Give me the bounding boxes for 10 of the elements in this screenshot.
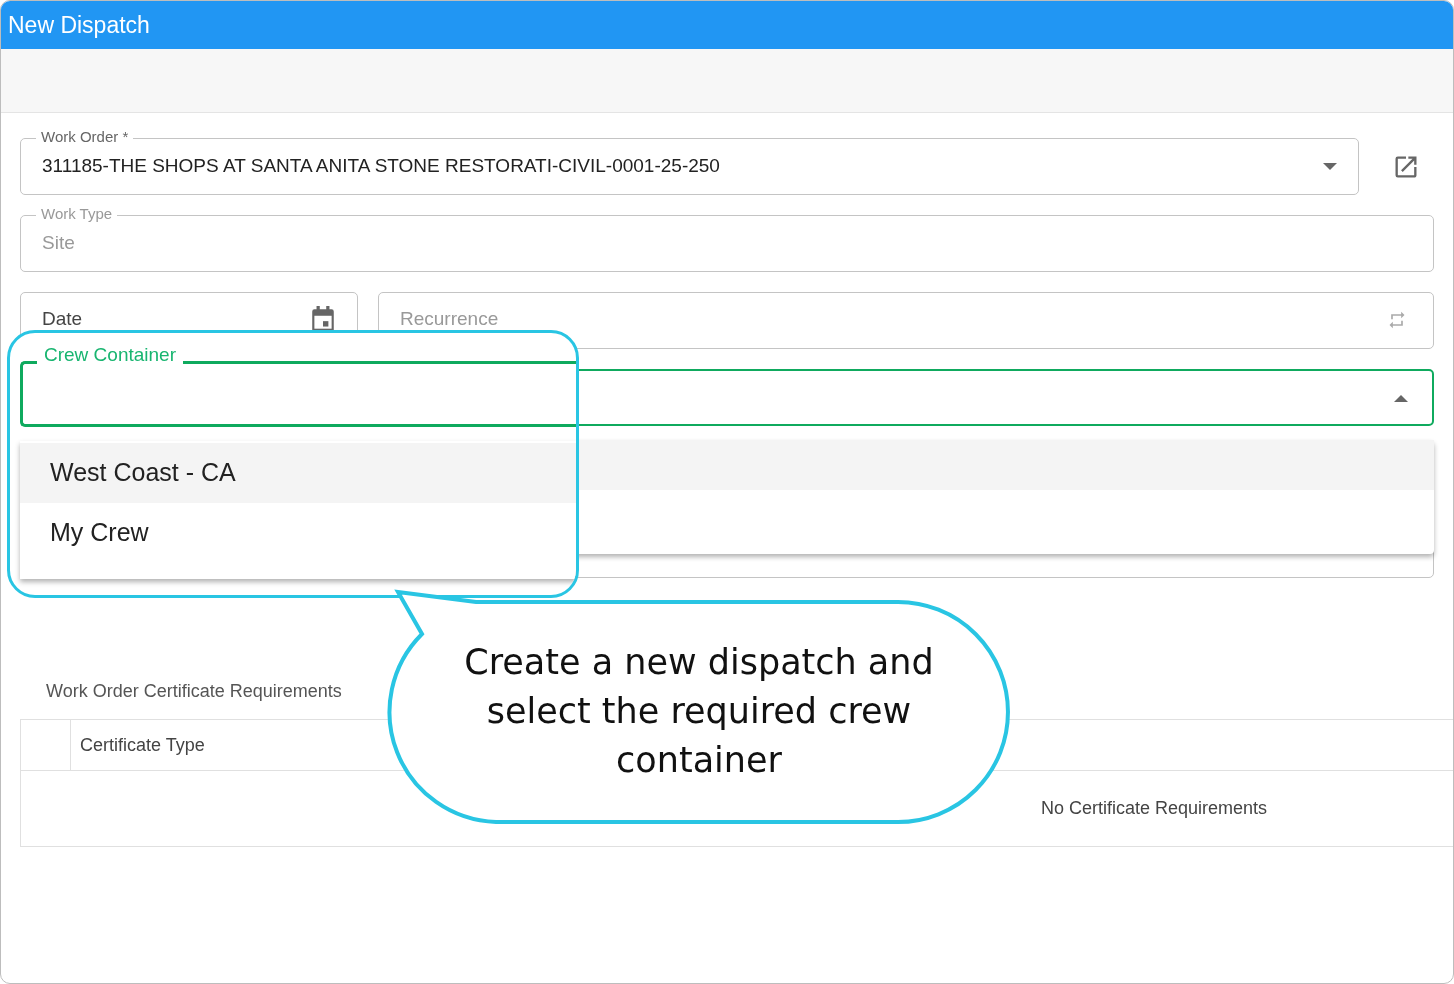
field-value: Site	[42, 231, 75, 256]
field-label: Date	[42, 308, 84, 330]
field-label: Work Type	[36, 205, 118, 223]
section-title: Work Order Certificate Requirements	[46, 680, 343, 703]
window-title: New Dispatch	[8, 10, 150, 40]
empty-message: No Certificate Requirements	[1041, 797, 1268, 820]
callout-text: Create a new dispatch and select the required crew container	[463, 640, 935, 782]
field-label: Recurrence	[400, 308, 499, 330]
column-header: Certificate Type	[79, 733, 205, 757]
field-value: 311185-THE SHOPS AT SANTA ANITA STONE RESTORATI-CIVIL-0001-25-250	[42, 154, 721, 179]
